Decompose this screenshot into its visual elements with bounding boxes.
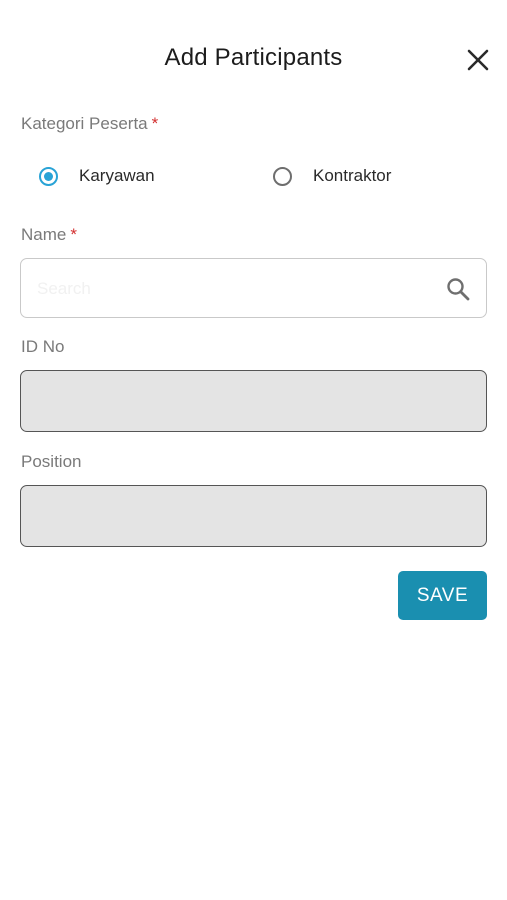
page-title: Add Participants <box>164 44 343 71</box>
radio-karyawan[interactable]: Karyawan <box>39 163 155 189</box>
required-mark: * <box>70 225 77 244</box>
required-mark: * <box>151 114 159 133</box>
radio-checked-icon <box>39 166 58 186</box>
name-search-field[interactable] <box>20 258 487 319</box>
id-no-field <box>20 370 487 432</box>
position-field <box>20 485 487 547</box>
close-button[interactable] <box>463 45 493 75</box>
category-label: Kategori Peserta * <box>21 114 158 134</box>
id-no-label: ID No <box>21 337 65 356</box>
radio-kontraktor-label: Kontraktor <box>313 166 392 185</box>
dialog-header: Add Participants <box>0 0 507 120</box>
radio-kontraktor[interactable]: Kontraktor <box>273 163 391 189</box>
radio-unchecked-icon <box>273 166 292 186</box>
name-search-input[interactable] <box>35 259 439 319</box>
search-icon[interactable] <box>445 276 471 302</box>
name-label-text: Name <box>21 225 67 244</box>
save-button[interactable]: SAVE <box>398 571 487 620</box>
close-icon <box>467 49 489 71</box>
name-label: Name * <box>21 225 77 245</box>
radio-karyawan-label: Karyawan <box>79 166 155 185</box>
position-label: Position <box>21 452 82 471</box>
category-label-text: Kategori Peserta <box>21 114 148 133</box>
